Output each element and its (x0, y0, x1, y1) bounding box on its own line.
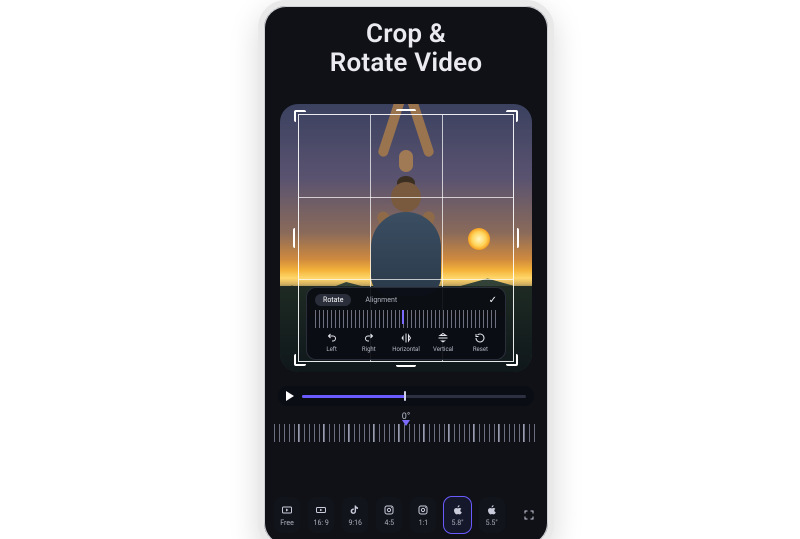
crop-handle-bl[interactable] (294, 354, 306, 366)
chip-label: 4:5 (385, 519, 395, 527)
tab-alignment[interactable]: Alignment (357, 294, 405, 306)
chip-label: 5.5" (486, 519, 498, 527)
crop-handle-br[interactable] (506, 354, 518, 366)
tool-flip-vertical[interactable]: Vertical (427, 332, 460, 353)
rotate-panel: Rotate Alignment ✓ Left (306, 287, 506, 360)
crop-handle-left[interactable] (293, 228, 301, 248)
play-button[interactable] (286, 391, 294, 401)
screen-title: Crop & Rotate Video (264, 20, 548, 77)
aspect-free[interactable]: Free (274, 497, 300, 533)
crop-handle-tl[interactable] (294, 110, 306, 122)
apple-icon (452, 504, 464, 516)
tool-label: Vertical (433, 346, 453, 353)
tool-rotate-left[interactable]: Left (315, 332, 348, 353)
play-box-icon (315, 504, 327, 516)
video-preview[interactable]: Rotate Alignment ✓ Left (280, 104, 532, 372)
rotate-left-icon (326, 332, 338, 344)
tool-rotate-right[interactable]: Right (352, 332, 385, 353)
tiktok-icon (349, 504, 361, 516)
crop-handle-right[interactable] (511, 228, 519, 248)
chip-label: Free (280, 519, 294, 527)
title-line-1: Crop & (264, 20, 548, 49)
progress-knob[interactable] (404, 391, 406, 401)
rotate-fine-ruler[interactable] (315, 310, 497, 328)
expand-button[interactable] (521, 505, 538, 525)
aspect-5-5-inch[interactable]: 5.5" (479, 497, 505, 533)
aspect-1-1[interactable]: 1:1 (410, 497, 436, 533)
aspect-ratio-dock: Free 16: 9 9:16 4:5 1:1 (274, 491, 538, 539)
tool-flip-horizontal[interactable]: Horizontal (389, 332, 422, 353)
chip-label: 5.8" (452, 519, 464, 527)
phone-screen: Crop & Rotate Video (264, 6, 548, 539)
title-line-2: Rotate Video (264, 49, 548, 78)
tool-reset[interactable]: Reset (464, 332, 497, 353)
crop-handle-tr[interactable] (506, 110, 518, 122)
apple-icon (486, 504, 498, 516)
aspect-5-8-inch[interactable]: 5.8" (444, 497, 470, 533)
rotate-ruler[interactable] (274, 424, 538, 442)
confirm-button[interactable]: ✓ (489, 295, 497, 306)
chip-label: 16: 9 (314, 519, 329, 527)
ruler-indicator[interactable] (402, 310, 404, 324)
rotate-right-icon (363, 332, 375, 344)
play-box-icon (281, 504, 293, 516)
tool-label: Right (362, 346, 376, 353)
crop-handle-top[interactable] (396, 109, 416, 117)
aspect-4-5[interactable]: 4:5 (376, 497, 402, 533)
tool-label: Left (326, 346, 336, 353)
tab-rotate[interactable]: Rotate (315, 294, 351, 306)
progress-fill (302, 395, 405, 398)
phone-frame: Crop & Rotate Video (258, 0, 554, 539)
tool-label: Reset (473, 346, 488, 353)
aspect-16-9[interactable]: 16: 9 (308, 497, 334, 533)
playback-bar (278, 386, 534, 406)
crop-handle-bottom[interactable] (396, 359, 416, 367)
progress-track[interactable] (302, 395, 526, 398)
reset-icon (474, 332, 486, 344)
rotate-ruler-pointer[interactable] (402, 420, 410, 426)
expand-icon (523, 509, 535, 521)
tool-label: Horizontal (392, 346, 420, 353)
instagram-icon (417, 504, 429, 516)
flip-vertical-icon (437, 332, 449, 344)
chip-label: 1:1 (419, 519, 429, 527)
instagram-icon (383, 504, 395, 516)
stage: Crop & Rotate Video (0, 0, 800, 539)
aspect-9-16[interactable]: 9:16 (342, 497, 368, 533)
flip-horizontal-icon (400, 332, 412, 344)
chip-label: 9:16 (348, 519, 362, 527)
